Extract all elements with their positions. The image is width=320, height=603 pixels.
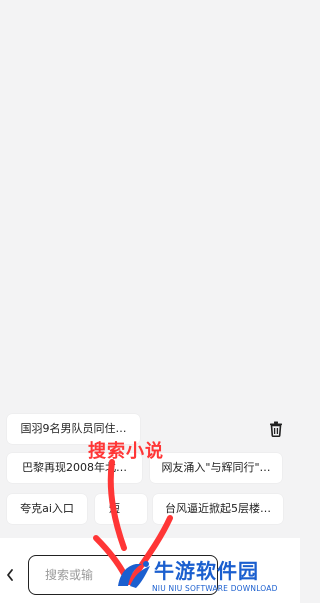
search-placeholder: 搜索或输	[45, 568, 94, 582]
suggestion-chip[interactable]: 网友涌入"与辉同行"…	[150, 453, 282, 483]
niuniu-logo-icon	[118, 561, 150, 588]
watermark-subtitle: NIU NIU SOFTWARE DOWNLOAD	[152, 584, 278, 593]
suggestion-chip[interactable]: 夸克ai入口	[7, 494, 87, 524]
suggestion-chip[interactable]: 短	[95, 494, 147, 524]
screen: 国羽9名男队员同住… 巴黎再现2008年北… 网友涌入"与辉同行"… 夸克ai入…	[0, 0, 300, 603]
annotation-label: 搜索小说	[88, 441, 164, 462]
clear-history-button[interactable]	[262, 414, 290, 444]
suggestion-chip[interactable]: 台风逼近掀起5层楼…	[153, 494, 283, 524]
watermark: 牛游软件园 NIU NIU SOFTWARE DOWNLOAD	[112, 554, 296, 600]
back-button[interactable]	[0, 560, 20, 590]
trash-icon	[270, 421, 282, 437]
watermark-title: 牛游软件园	[154, 559, 259, 583]
chevron-left-icon	[7, 569, 13, 581]
